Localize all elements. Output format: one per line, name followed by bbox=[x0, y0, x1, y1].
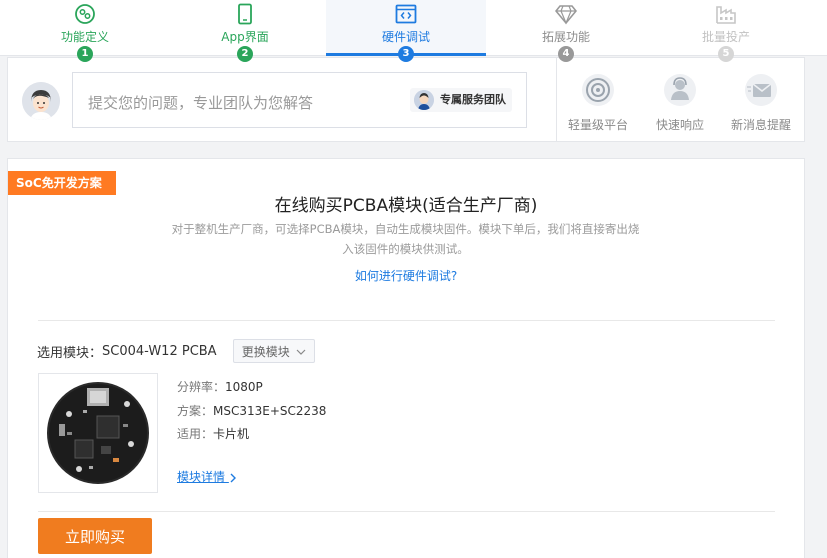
step-extend-features[interactable]: 拓展功能 4 bbox=[486, 0, 646, 62]
step-mass-production[interactable]: 批量投产 5 bbox=[646, 0, 806, 62]
section-divider bbox=[38, 511, 775, 512]
diamond-icon bbox=[555, 5, 577, 25]
question-input[interactable]: 提交您的问题，专业团队为您解答 专属服务团队 bbox=[72, 72, 527, 128]
step-label: 拓展功能 bbox=[541, 30, 590, 44]
module-detail-label: 模块详情 bbox=[177, 470, 226, 484]
step-hardware-debug[interactable]: 硬件调试 3 bbox=[326, 0, 486, 62]
gear-icon bbox=[75, 4, 95, 24]
step-number: 3 bbox=[398, 46, 414, 62]
support-icon bbox=[664, 74, 696, 106]
step-function-definition[interactable]: 功能定义 1 bbox=[5, 0, 165, 62]
user-avatar-icon bbox=[22, 82, 60, 120]
spec-resolution: 分辨率：1080P bbox=[177, 378, 263, 395]
description: 对于整机生产厂商，可选择PCBA模块，自动生成模块固件。模块下单后，我们将直接寄… bbox=[158, 219, 653, 259]
step-number: 4 bbox=[558, 46, 574, 62]
change-module-label: 更换模块 bbox=[241, 344, 290, 359]
spec-solution: 方案：MSC313E+SC2238 bbox=[177, 402, 326, 419]
pcba-purchase-card: SoC免开发方案 在线购买PCBA模块(适合生产厂商) 对于整机生产厂商，可选择… bbox=[7, 158, 805, 558]
spec-key: 方案： bbox=[177, 404, 214, 418]
spec-applicable: 适用：卡片机 bbox=[177, 425, 249, 442]
step-app-ui[interactable]: App界面 2 bbox=[165, 0, 325, 62]
module-detail-link[interactable]: 模块详情 bbox=[177, 468, 237, 485]
module-label: 选用模块： bbox=[37, 345, 103, 361]
panel-divider bbox=[556, 58, 557, 141]
chevron-right-icon bbox=[230, 473, 236, 482]
module-value: SC004-W12 PCBA bbox=[102, 343, 217, 359]
feature-new-message-alert: 新消息提醒 bbox=[721, 68, 801, 138]
target-icon bbox=[582, 74, 614, 106]
user-avatar bbox=[22, 82, 60, 120]
chevron-down-icon bbox=[296, 349, 305, 355]
module-image bbox=[38, 373, 158, 493]
change-module-button[interactable]: 更换模块 bbox=[232, 339, 315, 363]
module-selector-row: 选用模块：SC004-W12 PCBA 更换模块 bbox=[37, 339, 315, 363]
mail-icon bbox=[745, 74, 777, 106]
dedicated-team-badge[interactable]: 专属服务团队 bbox=[410, 88, 512, 112]
feature-label: 轻量级平台 bbox=[567, 118, 628, 132]
phone-icon bbox=[238, 3, 252, 25]
feature-lightweight-platform: 轻量级平台 bbox=[558, 68, 638, 138]
spec-key: 分辨率： bbox=[177, 380, 226, 394]
step-label: 硬件调试 bbox=[381, 30, 430, 44]
spec-value: 卡片机 bbox=[213, 427, 250, 441]
question-placeholder: 提交您的问题，专业团队为您解答 bbox=[88, 94, 314, 112]
feature-fast-response: 快速响应 bbox=[640, 68, 720, 138]
step-label: 批量投产 bbox=[701, 30, 750, 44]
feature-label: 快速响应 bbox=[655, 118, 704, 132]
progress-stepper: 功能定义 1 App界面 2 硬件调试 3 拓展功能 4 批量投产 5 bbox=[0, 0, 827, 62]
page-title: 在线购买PCBA模块(适合生产厂商) bbox=[274, 196, 538, 216]
hardware-debug-help-link[interactable]: 如何进行硬件调试? bbox=[8, 267, 804, 284]
spec-key: 适用： bbox=[177, 427, 214, 441]
section-divider bbox=[38, 320, 775, 321]
pcba-board-icon bbox=[47, 382, 149, 484]
step-label: App界面 bbox=[221, 30, 269, 44]
description-line: 入该固件的模块供测试。 bbox=[342, 242, 469, 256]
step-label: 功能定义 bbox=[60, 30, 109, 44]
factory-icon bbox=[716, 6, 736, 24]
code-icon bbox=[395, 4, 417, 24]
buy-now-button[interactable]: 立即购买 bbox=[38, 518, 152, 554]
description-line: 对于整机生产厂商，可选择PCBA模块，自动生成模块固件。模块下单后，我们将直接寄… bbox=[171, 222, 640, 236]
question-panel: 提交您的问题，专业团队为您解答 专属服务团队 轻量级平台 快速响应 新消息提醒 bbox=[7, 57, 805, 142]
step-number: 5 bbox=[718, 46, 734, 62]
team-label: 专属服务团队 bbox=[440, 93, 506, 106]
feature-label: 新消息提醒 bbox=[730, 118, 791, 132]
spec-value: 1080P bbox=[225, 380, 263, 394]
step-number: 1 bbox=[77, 46, 93, 62]
step-number: 2 bbox=[237, 46, 253, 62]
spec-value: MSC313E+SC2238 bbox=[213, 404, 327, 418]
team-avatar-icon bbox=[414, 90, 434, 110]
